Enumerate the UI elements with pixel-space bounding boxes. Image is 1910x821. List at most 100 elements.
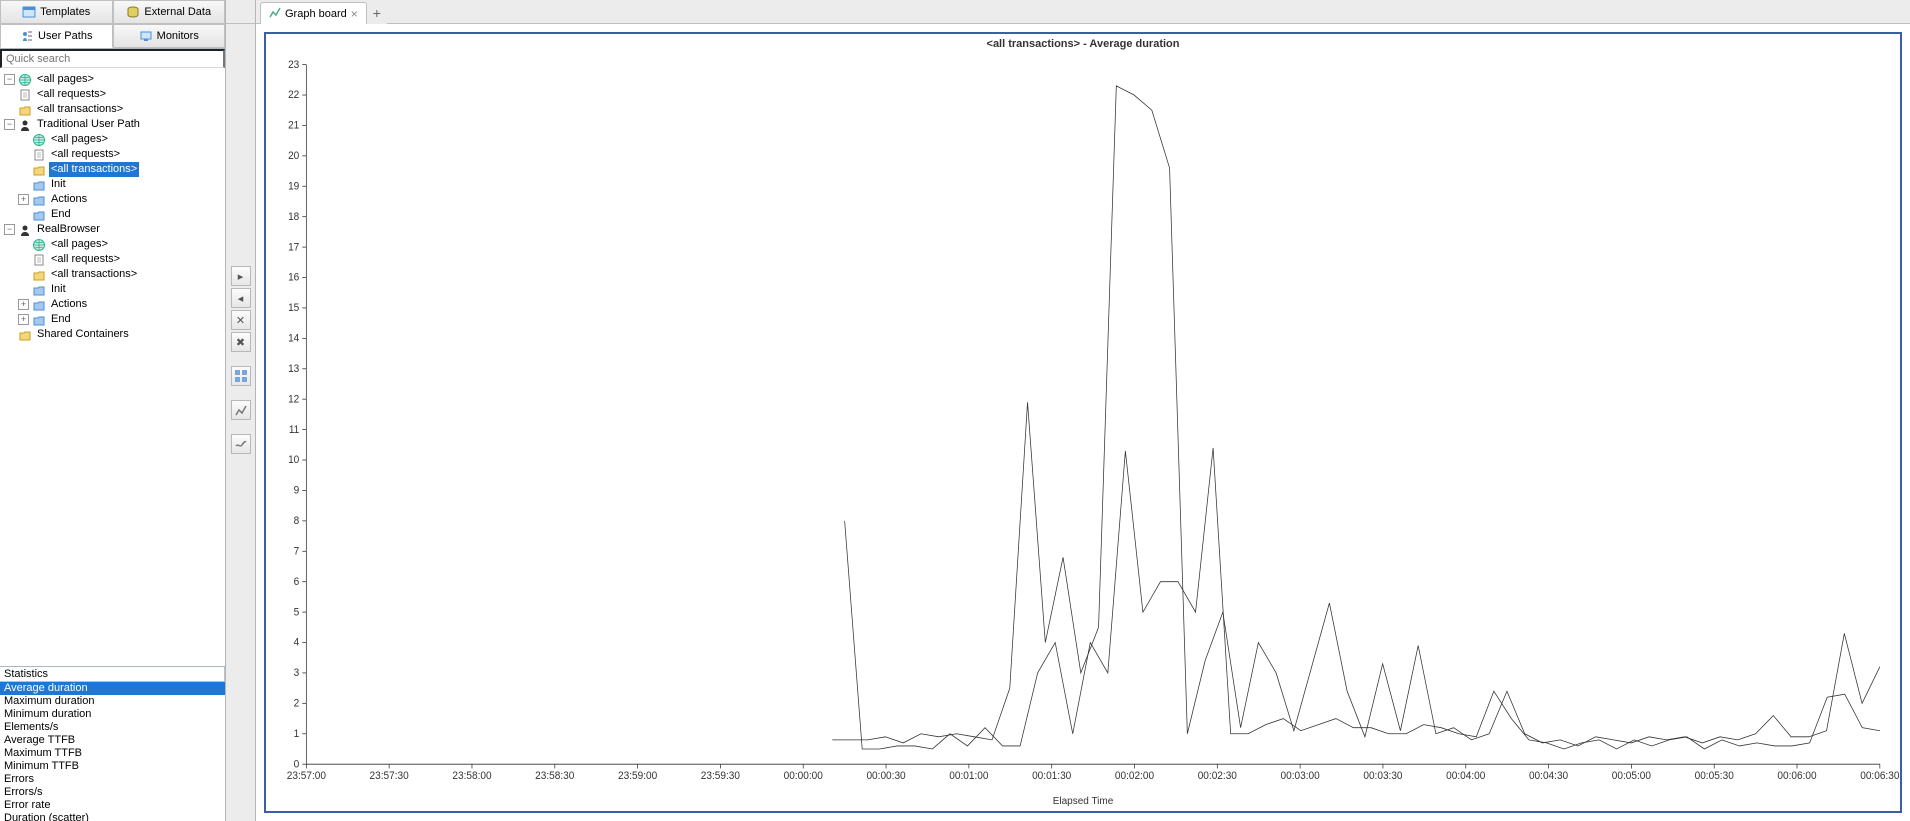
tab-user-paths[interactable]: User Paths [0, 24, 113, 48]
panel-trend-button[interactable] [231, 434, 251, 454]
panel-tools-button[interactable]: ✖ [231, 332, 251, 352]
tree-label: <all requests> [49, 147, 122, 162]
page-icon [17, 88, 33, 102]
tree-label: End [49, 312, 73, 327]
tree-label: <all pages> [49, 237, 110, 252]
panel-collapse-left-button[interactable]: ◂ [231, 288, 251, 308]
panel-chart-button[interactable] [231, 400, 251, 420]
tree-row[interactable]: <all transactions> [0, 267, 225, 282]
svg-text:23:58:00: 23:58:00 [452, 771, 491, 782]
tab-external-data[interactable]: External Data [113, 0, 226, 24]
twisty-spacer [18, 209, 29, 220]
monitors-icon [139, 29, 153, 43]
statistics-item[interactable]: Error rate [0, 799, 225, 812]
collapse-icon[interactable]: − [4, 224, 15, 235]
user-paths-icon [20, 29, 34, 43]
tree-label: Init [49, 177, 68, 192]
tree-label: <all requests> [35, 87, 108, 102]
statistics-item[interactable]: Errors/s [0, 786, 225, 799]
spacer [231, 388, 251, 398]
main-tab-graph-board[interactable]: Graph board × [260, 2, 367, 24]
statistics-item[interactable]: Maximum TTFB [0, 747, 225, 760]
tree-label: Actions [49, 192, 89, 207]
twisty-spacer [4, 89, 15, 100]
tree-row[interactable]: <all transactions> [0, 102, 225, 117]
folder-blue-icon [31, 313, 47, 327]
user-icon [17, 118, 33, 132]
svg-text:00:06:00: 00:06:00 [1777, 771, 1816, 782]
tab-monitors[interactable]: Monitors [113, 24, 226, 48]
svg-text:00:03:30: 00:03:30 [1363, 771, 1402, 782]
twisty-spacer [18, 239, 29, 250]
tree-view[interactable]: −<all pages><all requests><all transacti… [0, 68, 225, 666]
globe-icon [17, 73, 33, 87]
tree-row[interactable]: − Traditional User Path [0, 117, 225, 132]
svg-text:00:02:00: 00:02:00 [1115, 771, 1154, 782]
folder-icon [31, 163, 47, 177]
svg-text:00:05:00: 00:05:00 [1612, 771, 1651, 782]
collapse-icon[interactable]: − [4, 74, 15, 85]
tree-label: Traditional User Path [35, 117, 142, 132]
tree-row[interactable]: <all transactions> [0, 162, 225, 177]
tab-monitors-label: Monitors [157, 30, 199, 42]
svg-text:00:06:30: 00:06:30 [1860, 771, 1899, 782]
database-icon [126, 5, 140, 19]
panel-grid-button[interactable] [231, 366, 251, 386]
tree-row[interactable]: Shared Containers [0, 327, 225, 342]
tree-row[interactable]: + Actions [0, 192, 225, 207]
tree-row[interactable]: <all pages> [0, 237, 225, 252]
tree-row[interactable]: <all pages> [0, 132, 225, 147]
statistics-item[interactable]: Errors [0, 773, 225, 786]
svg-text:00:01:00: 00:01:00 [949, 771, 988, 782]
statistics-item[interactable]: Minimum duration [0, 708, 225, 721]
tree-row[interactable]: Init [0, 282, 225, 297]
close-icon[interactable]: × [351, 7, 358, 21]
statistics-item[interactable]: Elements/s [0, 721, 225, 734]
tree-row[interactable]: − <all pages> [0, 72, 225, 87]
collapse-icon[interactable]: − [4, 119, 15, 130]
tree-row[interactable]: <all requests> [0, 87, 225, 102]
twisty-spacer [18, 179, 29, 190]
svg-text:23:58:30: 23:58:30 [535, 771, 574, 782]
svg-text:23:57:00: 23:57:00 [287, 771, 326, 782]
folder-blue-icon [31, 298, 47, 312]
statistics-item[interactable]: Maximum duration [0, 695, 225, 708]
folder-blue-icon [31, 208, 47, 222]
svg-text:00:00:30: 00:00:30 [866, 771, 905, 782]
statistics-item[interactable]: Minimum TTFB [0, 760, 225, 773]
svg-text:17: 17 [288, 242, 299, 253]
tree-label: <all transactions> [35, 102, 125, 117]
chart-area[interactable]: 0123456789101112131415161718192021222323… [266, 54, 1900, 796]
tree-label: <all pages> [35, 72, 96, 87]
tree-label: <all transactions> [49, 162, 139, 177]
chart-title: <all transactions> - Average duration [266, 34, 1900, 54]
svg-text:11: 11 [289, 425, 300, 436]
add-tab-button[interactable]: + [367, 2, 387, 24]
statistics-header: Statistics [0, 667, 225, 682]
quick-search-input[interactable] [0, 49, 225, 68]
statistics-item[interactable]: Average TTFB [0, 734, 225, 747]
tree-row[interactable]: <all requests> [0, 252, 225, 267]
tree-row[interactable]: + End [0, 312, 225, 327]
expand-icon[interactable]: + [18, 314, 29, 325]
spacer [231, 354, 251, 364]
svg-text:00:04:00: 00:04:00 [1446, 771, 1485, 782]
svg-text:7: 7 [294, 546, 300, 557]
panel-close-button[interactable]: ✕ [231, 310, 251, 330]
svg-text:00:00:00: 00:00:00 [784, 771, 823, 782]
tree-row[interactable]: Init [0, 177, 225, 192]
tree-row[interactable]: <all requests> [0, 147, 225, 162]
svg-text:23:57:30: 23:57:30 [370, 771, 409, 782]
tree-row[interactable]: −RealBrowser [0, 222, 225, 237]
tree-row[interactable]: End [0, 207, 225, 222]
expand-icon[interactable]: + [18, 194, 29, 205]
panel-expand-right-button[interactable]: ▸ [231, 266, 251, 286]
tab-templates[interactable]: Templates [0, 0, 113, 24]
statistics-item[interactable]: Duration (scatter) [0, 812, 225, 821]
expand-icon[interactable]: + [18, 299, 29, 310]
statistics-item[interactable]: Average duration [0, 682, 225, 695]
statistics-list[interactable]: Average durationMaximum durationMinimum … [0, 682, 225, 821]
tree-row[interactable]: +Actions [0, 297, 225, 312]
twisty-spacer [4, 329, 15, 340]
svg-text:00:04:30: 00:04:30 [1529, 771, 1568, 782]
